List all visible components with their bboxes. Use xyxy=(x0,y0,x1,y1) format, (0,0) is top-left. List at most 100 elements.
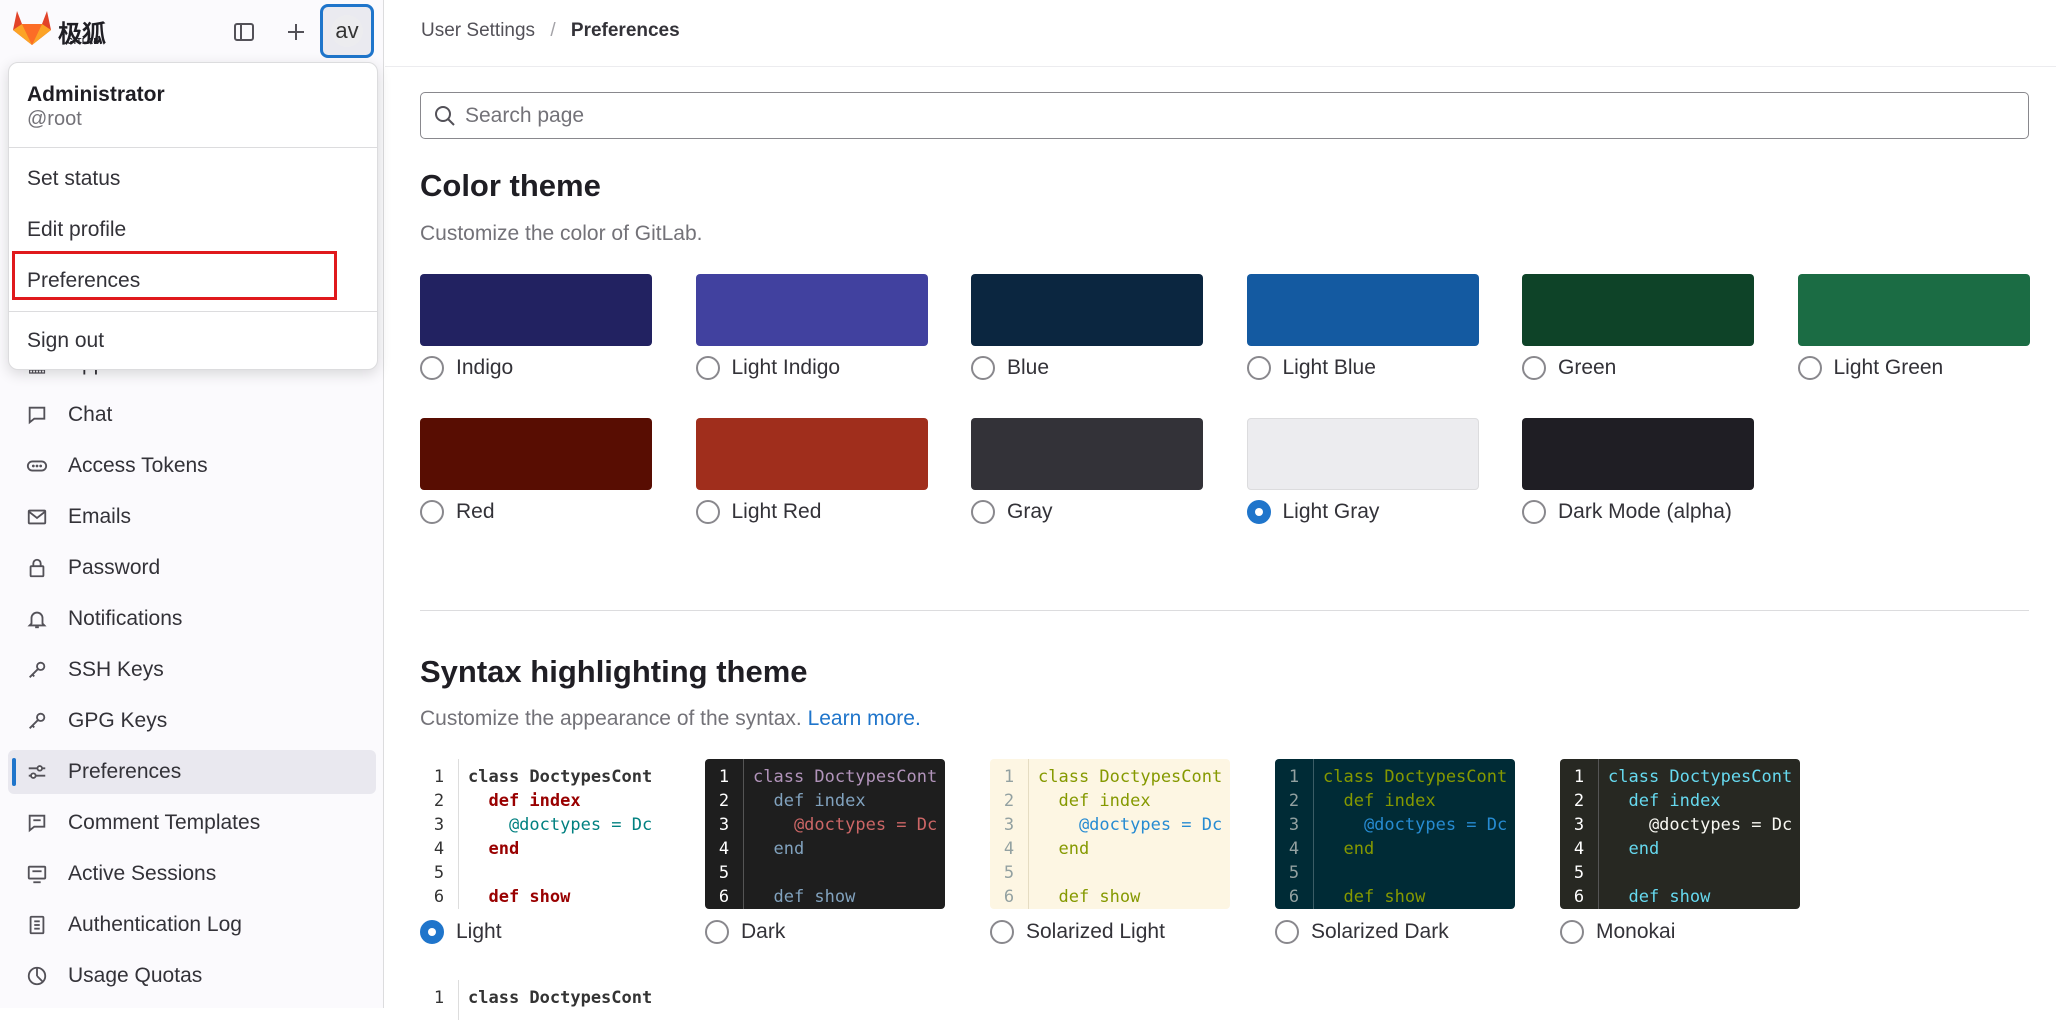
line-number: 4 xyxy=(433,839,445,859)
search-input[interactable] xyxy=(465,103,1965,128)
sidebar-item-access-tokens[interactable]: Access Tokens xyxy=(8,444,376,488)
code-line: def show xyxy=(1038,887,1141,907)
radio-button[interactable] xyxy=(1560,920,1584,944)
color-swatch[interactable] xyxy=(1522,274,1754,346)
sign-out-item[interactable]: Sign out xyxy=(27,329,104,353)
breadcrumb-current[interactable]: Preferences xyxy=(571,20,680,41)
color-swatch[interactable] xyxy=(695,418,928,490)
radio-button[interactable] xyxy=(420,500,444,524)
toggle-sidebar-button[interactable] xyxy=(222,10,266,54)
code-line: def index xyxy=(753,791,866,811)
code-line: end xyxy=(1323,839,1375,859)
sidebar-item-authentication-log[interactable]: Authentication Log xyxy=(8,903,376,947)
code-line: class DoctypesCont xyxy=(753,767,938,787)
search-box[interactable] xyxy=(420,92,2029,139)
radio-button[interactable] xyxy=(695,356,720,380)
syntax-description-text: Customize the appearance of the syntax. xyxy=(420,707,802,730)
radio-button[interactable] xyxy=(971,356,995,380)
radio-button[interactable] xyxy=(420,356,444,380)
color-theme-option[interactable]: Light Gray xyxy=(1246,500,1379,524)
gutter-line xyxy=(1313,759,1314,909)
color-swatch[interactable] xyxy=(971,418,1203,490)
syntax-theme-option[interactable]: Light xyxy=(420,920,502,944)
syntax-preview[interactable]: 1 2 3 4 5 6 class DoctypesCont def index @doct… xyxy=(990,759,1230,909)
option-label: Light Green xyxy=(1833,356,1944,379)
syntax-theme-option[interactable]: Solarized Light xyxy=(990,920,1165,944)
sidebar-item-usage-quotas[interactable]: Usage Quotas xyxy=(8,954,376,998)
line-number: 1 xyxy=(718,767,730,787)
color-swatch[interactable] xyxy=(971,274,1203,346)
color-theme-option[interactable]: Light Indigo xyxy=(695,356,840,380)
line-number: 2 xyxy=(1288,791,1300,811)
radio-button[interactable] xyxy=(1246,500,1271,524)
syntax-theme-option[interactable]: Monokai xyxy=(1560,920,1675,944)
line-number: 4 xyxy=(1288,839,1300,859)
sidebar-item-emails[interactable]: Emails xyxy=(8,495,376,539)
sidebar-item-preferences[interactable]: Preferences xyxy=(8,750,376,794)
color-swatch[interactable] xyxy=(695,274,928,346)
color-theme-title: Color theme xyxy=(420,168,601,203)
option-label: Monokai xyxy=(1596,920,1676,943)
color-swatch[interactable] xyxy=(1246,274,1479,346)
set-status-item[interactable]: Set status xyxy=(27,167,120,191)
color-swatch[interactable] xyxy=(420,418,652,490)
color-theme-option[interactable]: Light Red xyxy=(695,500,821,524)
color-theme-option[interactable]: Indigo xyxy=(420,356,513,380)
line-number: 3 xyxy=(433,815,445,835)
create-new-button[interactable] xyxy=(274,10,318,54)
line-number: 2 xyxy=(1573,791,1585,811)
line-number: 5 xyxy=(1288,863,1300,883)
radio-button[interactable] xyxy=(1797,356,1822,380)
code-body: class DoctypesCont def index @doctypes =… xyxy=(468,765,660,909)
breadcrumb: User Settings / Preferences xyxy=(421,20,680,42)
radio-button[interactable] xyxy=(1522,500,1546,524)
radio-button[interactable] xyxy=(1275,920,1299,944)
gutter-line xyxy=(1598,759,1599,909)
syntax-preview[interactable]: 1 2 3 4 5 6 class DoctypesCont def index @doct… xyxy=(1275,759,1515,909)
learn-more-link[interactable]: Learn more. xyxy=(808,707,921,730)
line-number: 3 xyxy=(718,815,730,835)
color-theme-option[interactable]: Light Blue xyxy=(1246,356,1376,380)
radio-button[interactable] xyxy=(420,920,444,944)
syntax-preview[interactable]: 1 2 3 4 5 6 class DoctypesCont def index @doct… xyxy=(1560,759,1800,909)
radio-button[interactable] xyxy=(1522,356,1546,380)
radio-button[interactable] xyxy=(1246,356,1271,380)
syntax-preview[interactable]: 1 2 3 4 5 6 class DoctypesCont def index @doct… xyxy=(705,759,945,909)
color-theme-option[interactable]: Red xyxy=(420,500,495,524)
header-divider xyxy=(385,66,2056,67)
sidebar-item-notifications[interactable]: Notifications xyxy=(8,597,376,641)
sidebar-item-ssh-keys[interactable]: SSH Keys xyxy=(8,648,376,692)
breadcrumb-user-settings[interactable]: User Settings xyxy=(421,20,535,41)
avatar: av xyxy=(331,15,363,47)
radio-button[interactable] xyxy=(971,500,995,524)
sidebar-item-chat[interactable]: Chat xyxy=(8,393,376,437)
line-number: 6 xyxy=(1288,887,1300,907)
radio-button[interactable] xyxy=(705,920,729,944)
sidebar-item-gpg-keys[interactable]: GPG Keys xyxy=(8,699,376,743)
color-swatch[interactable] xyxy=(1246,418,1479,490)
gutter-line xyxy=(1028,759,1029,909)
color-swatch[interactable] xyxy=(1797,274,2030,346)
syntax-theme-option[interactable]: Dark xyxy=(705,920,785,944)
code-line: def show xyxy=(1608,887,1711,907)
code-line: end xyxy=(468,839,520,859)
syntax-theme-option[interactable]: Solarized Dark xyxy=(1275,920,1449,944)
line-number: 2 xyxy=(718,791,730,811)
color-swatch[interactable] xyxy=(1522,418,1754,490)
radio-button[interactable] xyxy=(695,500,720,524)
sidebar-item-active-sessions[interactable]: Active Sessions xyxy=(8,852,376,896)
color-theme-option[interactable]: Gray xyxy=(971,500,1053,524)
sidebar-item-password[interactable]: Password xyxy=(8,546,376,590)
color-theme-option[interactable]: Light Green xyxy=(1797,356,1944,380)
syntax-preview[interactable]: 1 2 3 4 5 6 class DoctypesCont def index @doct… xyxy=(420,759,660,909)
line-number: 1 xyxy=(1003,767,1015,787)
color-theme-option[interactable]: Blue xyxy=(971,356,1049,380)
radio-button[interactable] xyxy=(990,920,1014,944)
color-theme-option[interactable]: Dark Mode (alpha) xyxy=(1522,500,1732,524)
user-menu-button[interactable]: av xyxy=(320,4,374,58)
sidebar-item-comment-templates[interactable]: Comment Templates xyxy=(8,801,376,845)
color-theme-option[interactable]: Green xyxy=(1522,356,1616,380)
edit-profile-item[interactable]: Edit profile xyxy=(27,218,126,242)
color-swatch[interactable] xyxy=(420,274,652,346)
